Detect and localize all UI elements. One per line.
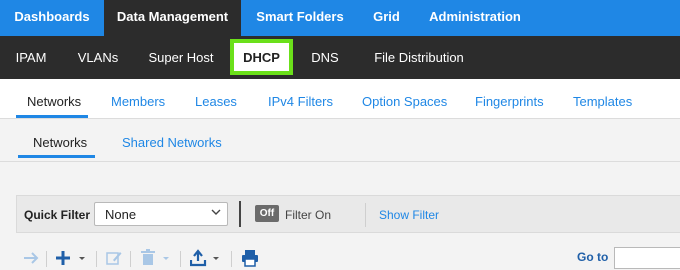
sub-nav-super-host[interactable]: Super Host [134,36,228,79]
divider [365,203,366,227]
edit-icon[interactable] [105,249,123,267]
sub-nav-ipam[interactable]: IPAM [0,36,62,79]
divider [239,201,241,227]
delete-button[interactable] [140,249,174,267]
plus-icon [56,251,70,265]
sub-nav: IPAM VLANs Super Host DHCP DNS File Dist… [0,36,680,79]
filter-on-label: Filter On [285,208,332,222]
subtab-networks[interactable]: Networks [33,135,87,150]
show-filter-link[interactable]: Show Filter [379,208,439,222]
primary-tabs: Networks Members Leases IPv4 Filters Opt… [0,79,680,119]
top-nav-dashboards[interactable]: Dashboards [0,0,104,36]
divider [46,251,47,267]
filter-toggle[interactable]: Off [255,205,279,222]
add-button[interactable] [55,249,89,267]
tab-option-spaces[interactable]: Option Spaces [362,94,447,109]
print-icon[interactable] [241,249,259,267]
divider [180,251,181,267]
sub-nav-dns[interactable]: DNS [296,36,354,79]
quick-filter-value: None [105,207,137,222]
top-nav-smart-folders[interactable]: Smart Folders [241,0,359,36]
sub-nav-dhcp[interactable]: DHCP [230,39,293,75]
secondary-tabs: Networks Shared Networks [0,120,680,162]
quick-filter-select[interactable]: None [94,202,228,226]
upload-icon [190,249,207,267]
divider [96,251,97,267]
caret-down-icon [213,257,219,260]
caret-down-icon [163,257,169,260]
delete-icon [141,249,155,265]
active-subtab-indicator [18,155,95,158]
active-tab-indicator [16,115,88,118]
caret-down-icon [79,257,85,260]
arrow-right-icon[interactable] [22,249,40,267]
tab-members[interactable]: Members [111,94,165,109]
sub-nav-file-distribution[interactable]: File Distribution [354,36,484,79]
tab-leases[interactable]: Leases [195,94,237,109]
top-nav-grid[interactable]: Grid [359,0,414,36]
tab-ipv4-filters[interactable]: IPv4 Filters [268,94,333,109]
quick-filter-label: Quick Filter [24,208,91,222]
divider [231,251,232,267]
subtab-shared-networks[interactable]: Shared Networks [122,135,222,150]
sub-nav-vlans[interactable]: VLANs [62,36,134,79]
divider [130,251,131,267]
top-nav: Dashboards Data Management Smart Folders… [0,0,680,36]
goto-label: Go to [577,250,609,264]
goto-input[interactable] [614,247,680,269]
chevron-down-icon [211,209,221,215]
filter-bar: Quick Filter None Off Filter On Show Fil… [16,195,680,233]
tab-networks[interactable]: Networks [27,94,81,109]
tab-templates[interactable]: Templates [573,94,632,109]
top-nav-data-management[interactable]: Data Management [104,0,241,36]
tab-fingerprints[interactable]: Fingerprints [475,94,544,109]
export-button[interactable] [190,249,224,267]
toolbar: Go to [0,244,680,270]
top-nav-administration[interactable]: Administration [414,0,536,36]
